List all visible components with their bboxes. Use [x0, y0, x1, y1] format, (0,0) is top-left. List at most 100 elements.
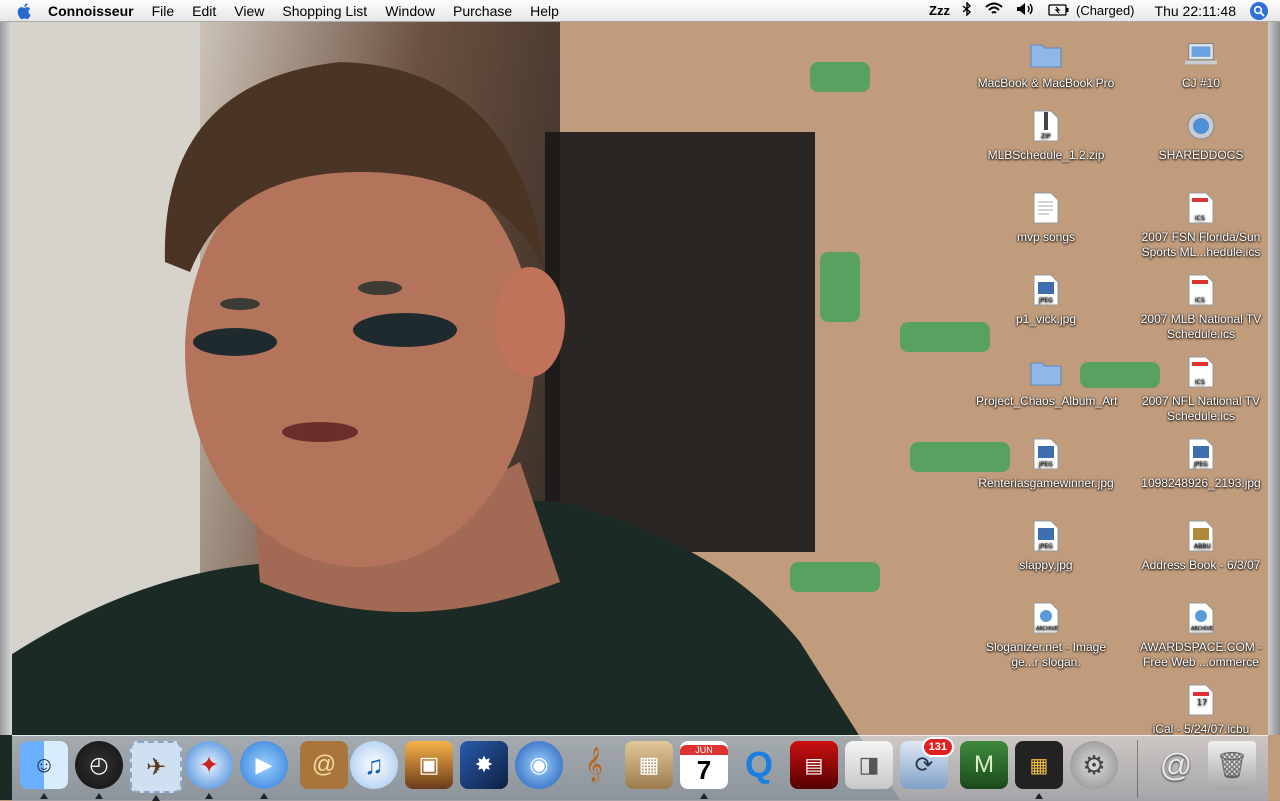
address-book-icon: @	[311, 751, 337, 778]
svg-text:ABBU: ABBU	[1194, 543, 1211, 550]
menu-file[interactable]: File	[143, 0, 184, 22]
desktop-icon-renteria-jpg[interactable]: JPEG Renteriasgamewinner.jpg	[976, 438, 1116, 491]
svg-text:ICS: ICS	[1195, 379, 1205, 386]
ical-month: JUN	[680, 745, 728, 755]
desktop-icon-label: Renteriasgamewinner.jpg	[978, 476, 1114, 490]
desktop-icon-slappy-jpg[interactable]: JPEG slappy.jpg	[976, 520, 1116, 573]
running-indicator	[1035, 793, 1043, 799]
folder-icon	[1029, 356, 1063, 388]
update-count-badge: 131	[921, 737, 954, 757]
desktop-icon-label: p1_vick.jpg	[1015, 312, 1077, 326]
menu-purchase[interactable]: Purchase	[444, 0, 521, 22]
desktop-icon-p1-vick-jpg[interactable]: JPEG p1_vick.jpg	[976, 274, 1116, 327]
ics-file-icon: ICS	[1184, 192, 1218, 224]
connoisseur-icon: ▦	[1029, 754, 1049, 777]
jpeg-file-icon: JPEG	[1029, 274, 1063, 306]
dock-software-update[interactable]: ⟳ 131	[900, 737, 954, 789]
zip-file-icon: ZIP	[1029, 110, 1063, 142]
sleep-status[interactable]: Zzz	[923, 0, 956, 22]
desktop-icon-label: 2007 MLB National TV Schedule.ics	[1140, 312, 1262, 341]
laptop-icon	[1184, 38, 1218, 70]
dock-front-row[interactable]: ▤	[790, 741, 838, 789]
running-indicator	[205, 793, 213, 799]
desktop-icon-label: CJ #10	[1181, 76, 1221, 90]
menu-extras: Zzz (Charged) Thu 22:11:48	[923, 0, 1280, 22]
ichat-icon: ▶	[255, 752, 273, 777]
desktop-icon-mlbschedule-zip[interactable]: ZIP MLBSchedule_1.2.zip	[976, 110, 1116, 163]
running-indicator	[152, 795, 160, 801]
ics-file-icon: ICS	[1184, 356, 1218, 388]
dock-ical[interactable]: JUN 7	[680, 741, 728, 799]
volume-icon[interactable]	[1010, 0, 1042, 22]
window-edge-left	[0, 22, 12, 735]
menu-view[interactable]: View	[225, 0, 273, 22]
menu-bar: Connoisseur File Edit View Shopping List…	[0, 0, 1280, 22]
svg-text:17: 17	[1197, 698, 1207, 707]
ical-backup-icon: 17	[1184, 684, 1218, 716]
desktop-icon-awardspace-webarchive[interactable]: ARCHIVE AWARDSPACE.COM - Free Web ...omm…	[1131, 602, 1271, 670]
desktop-icon-label: 2007 FSN Florida/Sun Sports ML...hedule.…	[1141, 230, 1261, 259]
jpeg-file-icon: JPEG	[1029, 438, 1063, 470]
dock-iweb[interactable]: ▦	[625, 741, 673, 789]
dock-trash[interactable]: 🗑	[1208, 741, 1256, 789]
dock-idvd[interactable]: ◉	[515, 741, 563, 789]
dock-iphoto[interactable]: ▣	[405, 741, 453, 789]
menu-clock[interactable]: Thu 22:11:48	[1141, 0, 1242, 22]
spotlight-icon[interactable]	[1250, 2, 1268, 20]
menu-window[interactable]: Window	[376, 0, 444, 22]
dock-dashboard[interactable]: ◴	[75, 741, 123, 799]
running-indicator	[95, 793, 103, 799]
document-icon	[1029, 192, 1063, 224]
wifi-icon[interactable]	[978, 0, 1010, 22]
mail-stamp-icon: ✈	[145, 753, 167, 781]
desktop-icon-label: MacBook & MacBook Pro	[977, 76, 1115, 90]
webarchive-icon: ARCHIVE	[1184, 602, 1218, 634]
desktop-icon-2007-fsn-ics[interactable]: ICS 2007 FSN Florida/Sun Sports ML...hed…	[1131, 192, 1271, 260]
svg-text:ARCHIVE: ARCHIVE	[1191, 626, 1213, 632]
menu-help[interactable]: Help	[521, 0, 568, 22]
battery-icon[interactable]	[1042, 0, 1076, 22]
bluetooth-icon[interactable]	[956, 0, 978, 22]
iweb-icon: ▦	[638, 752, 660, 777]
front-row-icon: ▤	[804, 754, 824, 777]
desktop-icon-sloganizer-webarchive[interactable]: ARCHIVE Sloganizer.net - Image ge...r sl…	[976, 602, 1116, 670]
menu-edit[interactable]: Edit	[183, 0, 225, 22]
dock-connoisseur[interactable]: ▦	[1015, 741, 1063, 799]
desktop-icon-project-chaos-folder[interactable]: Project_Chaos_Album_Art	[976, 356, 1117, 409]
menu-shopping-list[interactable]: Shopping List	[273, 0, 376, 22]
desktop-icon-ical-backup[interactable]: 17 iCal - 5/24/07.icbu	[1131, 684, 1271, 737]
guitar-icon: 𝄞	[585, 748, 603, 781]
dock-address-book[interactable]: @	[300, 741, 348, 789]
desktop-icon-macbook-folder[interactable]: MacBook & MacBook Pro	[976, 38, 1116, 91]
at-sign-icon: @	[1159, 746, 1193, 783]
dock-mail-downloads[interactable]: @	[1152, 741, 1200, 789]
dock-quicktime[interactable]: Q	[735, 741, 783, 789]
dock-safari[interactable]: ✦	[185, 741, 233, 799]
dock-ichat[interactable]: ▶	[240, 741, 288, 799]
svg-text:JPEG: JPEG	[1038, 297, 1053, 304]
dock-boot-camp[interactable]: ◨	[845, 741, 893, 789]
battery-status[interactable]: (Charged)	[1076, 0, 1141, 22]
desktop-icon-shareddocs[interactable]: SHAREDDOCS	[1131, 110, 1271, 163]
system-prefs-icon: ⚙	[1082, 749, 1106, 780]
running-indicator	[700, 793, 708, 799]
desktop-icon-label: mvp songs	[1016, 230, 1076, 244]
dock-system-preferences[interactable]: ⚙	[1070, 741, 1118, 789]
dock-garageband[interactable]: 𝄞	[570, 741, 618, 789]
safari-compass-icon: ✦	[198, 751, 220, 779]
desktop-icon-address-book-archive[interactable]: ABBU Address Book - 6/3/07	[1131, 520, 1271, 573]
apple-menu-icon[interactable]	[16, 2, 34, 20]
desktop-icon-label: 1098248926_2193.jpg	[1141, 476, 1261, 490]
desktop-icon-2007-mlb-ics[interactable]: ICS 2007 MLB National TV Schedule.ics	[1131, 274, 1271, 342]
desktop-icon-cj10[interactable]: CJ #10	[1131, 38, 1271, 91]
desktop-icon-1098248926-jpg[interactable]: JPEG 1098248926_2193.jpg	[1131, 438, 1271, 491]
desktop-icon-mvp-songs[interactable]: mvp songs	[976, 192, 1116, 245]
dock-mail[interactable]: ✈	[130, 741, 182, 801]
app-menu-connoisseur[interactable]: Connoisseur	[48, 0, 143, 22]
desktop-icon-2007-nfl-ics[interactable]: ICS 2007 NFL National TV Schedule.ics	[1131, 356, 1271, 424]
svg-text:ARCHIVE: ARCHIVE	[1036, 626, 1058, 632]
dock-imovie[interactable]: ✸	[460, 741, 508, 789]
dock-finder[interactable]: ☺	[20, 741, 68, 799]
dock-dictionary[interactable]: M	[960, 741, 1008, 789]
dock-itunes[interactable]: ♫	[350, 741, 398, 789]
